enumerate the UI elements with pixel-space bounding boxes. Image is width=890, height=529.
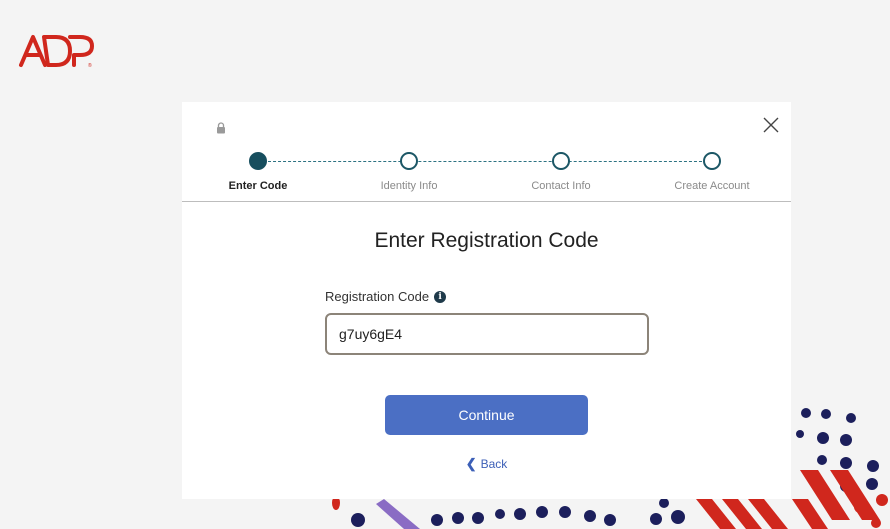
registration-code-input[interactable]	[325, 313, 649, 355]
chevron-left-icon: ❮	[465, 456, 477, 471]
step-label: Create Account	[674, 180, 750, 192]
back-link[interactable]: ❮ Back	[182, 456, 791, 472]
step-enter-code: Enter Code	[198, 149, 318, 192]
step-dot	[400, 152, 418, 170]
step-label: Identity Info	[380, 180, 438, 192]
lock-icon	[217, 122, 225, 134]
registration-code-label: Registration Code i	[325, 289, 447, 304]
step-dot-active	[249, 152, 267, 170]
registered-mark: ®	[88, 62, 92, 69]
close-icon[interactable]	[762, 116, 780, 134]
continue-button[interactable]: Continue	[385, 395, 588, 435]
stepper-connector-line	[258, 161, 712, 162]
progress-stepper: Enter Code Identity Info Contact Info Cr…	[182, 149, 791, 201]
step-label: Contact Info	[531, 180, 591, 192]
info-icon[interactable]: i	[434, 290, 447, 303]
step-dot	[703, 152, 721, 170]
field-label-text: Registration Code	[325, 289, 430, 304]
step-identity-info: Identity Info	[349, 149, 469, 192]
header-divider	[182, 201, 791, 202]
step-create-account: Create Account	[652, 149, 772, 192]
step-label: Enter Code	[228, 180, 288, 192]
step-dot	[552, 152, 570, 170]
adp-logo: ®	[18, 33, 96, 74]
back-label: Back	[480, 457, 508, 471]
step-contact-info: Contact Info	[501, 149, 621, 192]
registration-modal: Enter Code Identity Info Contact Info Cr…	[182, 102, 791, 499]
page-title: Enter Registration Code	[374, 229, 599, 252]
